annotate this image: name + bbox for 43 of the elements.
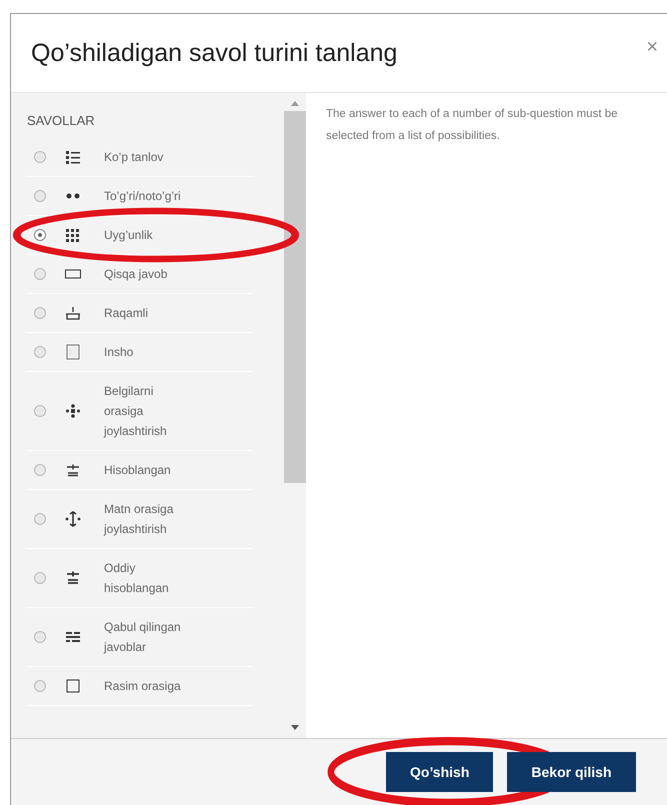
add-button[interactable]: Qo’shish [386, 752, 494, 792]
radio-button[interactable] [34, 307, 46, 319]
radio-button[interactable] [34, 229, 46, 241]
question-type-label[interactable]: Hisoblangan [104, 460, 196, 480]
question-type-icon [64, 192, 82, 200]
radio-button[interactable] [34, 151, 46, 163]
question-type-label[interactable]: Oddiy hisoblangan [104, 558, 196, 598]
radio-button[interactable] [34, 680, 46, 692]
description-text: The answer to each of a number of sub-question must be selected from a list of possibilities. [326, 107, 618, 144]
question-type-label[interactable]: To’g’ri/noto’g’ri [104, 186, 196, 206]
question-type-icon [64, 677, 82, 695]
scroll-up-icon[interactable] [290, 99, 300, 107]
radio-button[interactable] [34, 513, 46, 525]
question-type-icon [64, 402, 82, 420]
scrollbar-thumb[interactable] [284, 111, 306, 483]
question-type-label[interactable]: Insho [104, 342, 196, 362]
question-type-icon [64, 569, 82, 587]
question-type-label[interactable]: Qisqa javob [104, 264, 196, 284]
radio-button[interactable] [34, 572, 46, 584]
question-type-icon [64, 269, 82, 279]
list-heading: SAVOLLAR [27, 112, 96, 130]
question-type-label[interactable]: Rasim orasiga [104, 676, 196, 696]
close-button[interactable]: × [646, 36, 658, 59]
cancel-button[interactable]: Bekor qilish [507, 752, 636, 792]
question-type-icon [64, 510, 82, 528]
radio-button[interactable] [34, 268, 46, 280]
question-type-label[interactable]: Ko’p tanlov [104, 147, 196, 167]
question-type-label[interactable]: Matn orasiga joylashtirish [104, 499, 196, 539]
radio-button[interactable] [34, 405, 46, 417]
question-type-icon [64, 343, 82, 361]
question-type-label[interactable]: Qabul qilingan javoblar [104, 617, 196, 657]
question-type-label[interactable]: Belgilarni orasiga joylashtirish [104, 381, 196, 441]
question-type-label[interactable]: Uyg’unlik [104, 225, 196, 245]
scroll-down-icon[interactable] [290, 724, 300, 732]
question-type-icon [64, 304, 82, 322]
radio-button[interactable] [34, 346, 46, 358]
question-type-icon [64, 226, 82, 244]
radio-button[interactable] [34, 190, 46, 202]
dialog-title: Qo’shiladigan savol turini tanlang [31, 38, 398, 68]
question-type-label[interactable]: Raqamli [104, 303, 196, 323]
radio-button[interactable] [34, 631, 46, 643]
radio-button[interactable] [34, 464, 46, 476]
question-type-icon [64, 148, 82, 166]
